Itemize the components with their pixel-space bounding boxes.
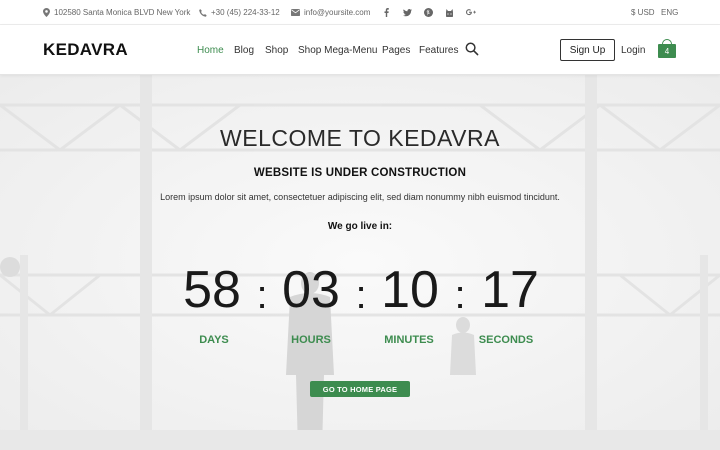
cart-count-badge: 4: [664, 46, 670, 56]
countdown-minutes-value: 10: [381, 261, 439, 319]
phone-text: +30 (45) 224-33-12: [211, 8, 280, 17]
nav-item-home[interactable]: Home: [197, 45, 224, 56]
main-header: KEDAVRA Home Blog Shop Shop Mega-Menu Pa…: [0, 25, 720, 75]
nav-item-pages[interactable]: Pages: [382, 45, 410, 56]
hero-section: WELCOME TO KEDAVRA WEBSITE IS UNDER CONS…: [0, 75, 720, 450]
language-selector[interactable]: ENG: [661, 0, 678, 25]
address-info: 102580 Santa Monica BLVD New York: [43, 0, 190, 25]
countdown-separator: :: [355, 273, 367, 317]
countdown-days-label: DAYS: [199, 334, 229, 346]
coming-soon-content: WELCOME TO KEDAVRA WEBSITE IS UNDER CONS…: [0, 75, 720, 450]
page-title: WELCOME TO KEDAVRA: [220, 125, 500, 151]
nav-item-shop[interactable]: Shop: [265, 45, 288, 56]
google-plus-icon[interactable]: [466, 8, 476, 18]
countdown-minutes-label: MINUTES: [384, 334, 434, 346]
login-link[interactable]: Login: [621, 25, 645, 75]
countdown-separator: :: [454, 273, 466, 317]
github-icon[interactable]: [444, 8, 454, 18]
address-text: 102580 Santa Monica BLVD New York: [54, 8, 191, 17]
page-subtitle: WEBSITE IS UNDER CONSTRUCTION: [253, 167, 467, 179]
phone-icon: [199, 8, 207, 17]
nav-item-shop-mega-menu[interactable]: Shop Mega-Menu: [298, 45, 378, 56]
email-text[interactable]: info@yoursite.com: [304, 8, 370, 17]
countdown-separator: :: [256, 273, 268, 317]
envelope-icon: [291, 9, 300, 16]
search-icon[interactable]: [465, 42, 479, 56]
location-pin-icon: [43, 8, 50, 17]
twitter-icon[interactable]: [402, 8, 412, 18]
countdown-seconds-value: 17: [481, 261, 539, 319]
currency-selector[interactable]: $ USD: [631, 0, 655, 25]
cart-button[interactable]: 4: [656, 39, 678, 59]
pinterest-icon[interactable]: [423, 8, 433, 18]
site-logo[interactable]: KEDAVRA: [43, 25, 128, 75]
phone-info: +30 (45) 224-33-12: [199, 0, 280, 25]
nav-item-features[interactable]: Features: [419, 45, 458, 56]
countdown-hours-label: HOURS: [291, 334, 331, 346]
countdown-hours-value: 03: [282, 261, 340, 319]
go-to-home-button[interactable]: GO TO HOME PAGE: [310, 381, 410, 397]
facebook-icon[interactable]: [381, 8, 391, 18]
email-info[interactable]: info@yoursite.com: [291, 0, 370, 25]
signup-button[interactable]: Sign Up: [560, 39, 615, 61]
top-bar: 102580 Santa Monica BLVD New York +30 (4…: [0, 0, 720, 25]
go-live-label: We go live in:: [327, 221, 393, 232]
description-text: Lorem ipsum dolor sit amet, consectetuer…: [160, 192, 560, 202]
countdown-days-value: 58: [183, 261, 241, 319]
countdown-seconds-label: SECONDS: [478, 334, 534, 346]
nav-item-blog[interactable]: Blog: [234, 45, 254, 56]
